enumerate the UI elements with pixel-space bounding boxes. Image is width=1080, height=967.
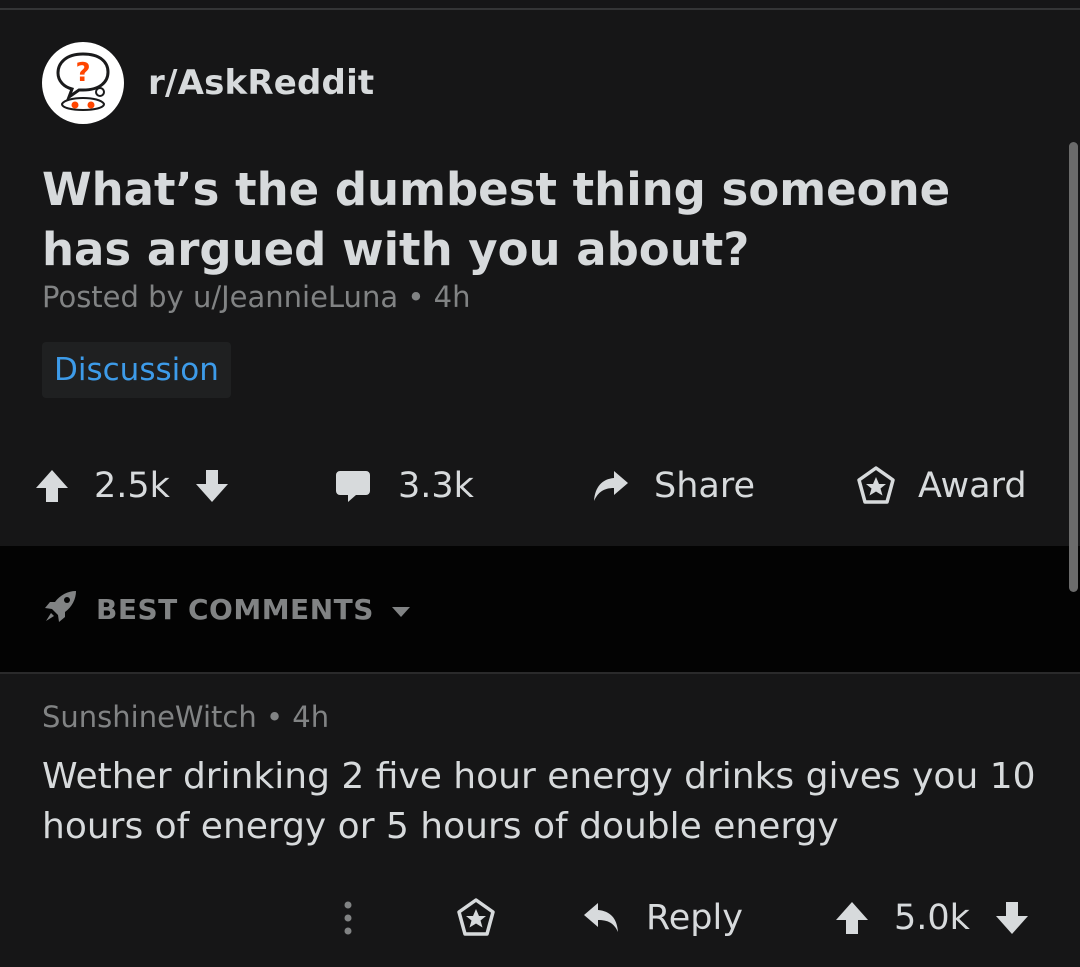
comments-sort-bar: BEST COMMENTS	[0, 546, 1080, 674]
chevron-down-icon	[390, 593, 412, 626]
award-button[interactable]: Award	[856, 456, 1027, 516]
post-title[interactable]: What’s the dumbest thing someone has arg…	[42, 160, 1022, 280]
downvote-icon[interactable]	[194, 466, 230, 506]
post-flair[interactable]: Discussion	[42, 342, 231, 398]
byline-separator: •	[407, 280, 425, 314]
post-card: ? r/AskReddit What’s the dumbest thing s…	[0, 10, 1080, 546]
post-vote-count: 2.5k	[94, 466, 170, 506]
svg-text:?: ?	[75, 58, 90, 88]
post-author-link[interactable]: u/JeannieLuna	[193, 280, 398, 314]
upvote-icon[interactable]	[834, 898, 870, 938]
award-icon	[856, 466, 896, 506]
comment-actions-bar: Reply 5.0k	[0, 888, 1080, 948]
post-age: 4h	[433, 280, 471, 314]
share-icon	[590, 467, 630, 505]
comment-vote-group: 5.0k	[834, 888, 1030, 948]
rocket-icon	[42, 587, 80, 632]
reply-button[interactable]: Reply	[582, 888, 743, 948]
share-label: Share	[654, 466, 756, 506]
subreddit-header[interactable]: ? r/AskReddit	[42, 42, 374, 124]
sort-dropdown[interactable]: BEST COMMENTS	[42, 586, 412, 632]
comment-count: 3.3k	[398, 466, 474, 506]
comment-age: 4h	[292, 700, 330, 734]
comment-separator: •	[265, 700, 284, 734]
share-button[interactable]: Share	[590, 456, 755, 516]
post-byline: Posted by u/JeannieLuna • 4h	[42, 280, 470, 314]
comment-award-button[interactable]	[456, 888, 496, 948]
subreddit-name[interactable]: r/AskReddit	[148, 63, 374, 103]
more-icon	[334, 898, 362, 938]
more-options-button[interactable]	[334, 888, 362, 948]
reply-icon	[582, 899, 622, 937]
comment-item: SunshineWitch • 4h Wether drinking 2 fiv…	[0, 674, 1080, 967]
scrollbar[interactable]	[1069, 142, 1078, 592]
sort-label: BEST COMMENTS	[96, 592, 374, 626]
post-vote-group: 2.5k	[34, 456, 230, 516]
upvote-icon[interactable]	[34, 466, 70, 506]
comment-author-link[interactable]: SunshineWitch	[42, 700, 257, 734]
askreddit-avatar-icon[interactable]: ?	[42, 42, 124, 124]
comment-body: Wether drinking 2 five hour energy drink…	[42, 756, 1036, 847]
award-label: Award	[918, 466, 1027, 506]
comment-icon	[334, 467, 372, 505]
reply-label: Reply	[646, 898, 743, 938]
downvote-icon[interactable]	[994, 898, 1030, 938]
posted-by-label: Posted by	[42, 280, 193, 314]
comment-meta: SunshineWitch • 4h	[42, 700, 329, 734]
post-actions-bar: 2.5k 3.3k Share Award	[0, 456, 1080, 516]
comments-button[interactable]: 3.3k	[334, 456, 474, 516]
comment-vote-count: 5.0k	[894, 898, 970, 938]
award-icon	[456, 898, 496, 938]
